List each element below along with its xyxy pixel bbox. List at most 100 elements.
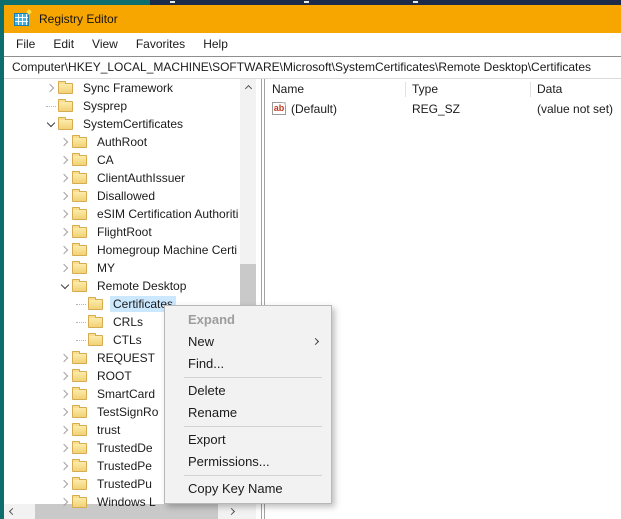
folder-icon-shape	[72, 263, 87, 274]
tree-item-label: CRLs	[110, 314, 146, 330]
chevron-right-icon[interactable]	[58, 351, 72, 365]
tree-item-remote-desktop[interactable]: Remote Desktop	[4, 277, 240, 295]
tree-item-disallowed[interactable]: Disallowed	[4, 187, 240, 205]
chevron-right-icon[interactable]	[44, 81, 58, 95]
tree-item-label: AuthRoot	[94, 134, 150, 150]
context-menu-item-delete[interactable]: Delete	[165, 380, 331, 402]
chevron-right-icon[interactable]	[58, 387, 72, 401]
vertical-scrollbar-thumb[interactable]	[240, 264, 256, 308]
tree-connector	[44, 99, 58, 113]
value-name: (Default)	[291, 102, 337, 116]
column-header-data[interactable]: Data	[531, 82, 621, 97]
folder-icon-shape	[72, 227, 87, 238]
folder-icon	[72, 137, 90, 148]
menu-item-edit[interactable]: Edit	[44, 33, 83, 56]
tree-item-label: SmartCard	[94, 386, 158, 402]
folder-icon	[72, 191, 90, 202]
chevron-right-icon[interactable]	[58, 423, 72, 437]
chevron-right-icon[interactable]	[58, 171, 72, 185]
chevron-right-icon[interactable]	[58, 135, 72, 149]
chevron-right-icon[interactable]	[58, 477, 72, 491]
folder-icon	[88, 317, 106, 328]
tree-item-label: REQUEST	[94, 350, 158, 366]
tree-item-sysprep[interactable]: Sysprep	[4, 97, 240, 115]
folder-icon-shape	[58, 119, 73, 130]
tree-item-homegroup-machine-certi[interactable]: Homegroup Machine Certi	[4, 241, 240, 259]
context-menu-item-find[interactable]: Find...	[165, 353, 331, 375]
tree-item-label: SystemCertificates	[80, 116, 186, 132]
folder-icon-shape	[72, 137, 87, 148]
context-menu-item-rename[interactable]: Rename	[165, 402, 331, 424]
folder-icon	[72, 371, 90, 382]
tree-item-ca[interactable]: CA	[4, 151, 240, 169]
column-header-type[interactable]: Type	[406, 82, 531, 97]
tree-item-label: Remote Desktop	[94, 278, 189, 294]
menu-item-help[interactable]: Help	[194, 33, 237, 56]
folder-icon-shape	[72, 461, 87, 472]
value-row[interactable]: ab(Default)REG_SZ(value not set)	[266, 99, 621, 118]
tree-item-esim-certification-authoriti[interactable]: eSIM Certification Authoriti	[4, 205, 240, 223]
folder-icon	[72, 245, 90, 256]
menu-item-file[interactable]: File	[7, 33, 44, 56]
chevron-right-icon[interactable]	[58, 189, 72, 203]
menu-separator	[184, 377, 322, 378]
chevron-right-icon[interactable]	[58, 405, 72, 419]
tree-item-clientauthissuer[interactable]: ClientAuthIssuer	[4, 169, 240, 187]
context-menu-item-new[interactable]: New	[165, 331, 331, 353]
value-name-cell: ab(Default)	[266, 102, 406, 116]
folder-icon-shape	[72, 425, 87, 436]
chevron-right-icon[interactable]	[58, 207, 72, 221]
tree-item-label: TrustedPe	[94, 458, 155, 474]
folder-icon-shape	[72, 245, 87, 256]
chevron-right-icon[interactable]	[58, 261, 72, 275]
value-type: REG_SZ	[406, 102, 531, 116]
tree-item-label: ROOT	[94, 368, 135, 384]
chevron-down-icon[interactable]	[44, 117, 58, 131]
chevron-right-icon[interactable]	[58, 153, 72, 167]
tree-item-label: Sync Framework	[80, 80, 176, 96]
window-title: Registry Editor	[39, 12, 118, 26]
context-menu-item-permissions[interactable]: Permissions...	[165, 451, 331, 473]
menu-item-favorites[interactable]: Favorites	[127, 33, 194, 56]
folder-icon-shape	[58, 101, 73, 112]
tree-connector	[74, 297, 88, 311]
folder-icon	[58, 101, 76, 112]
tree-item-label: trust	[94, 422, 123, 438]
tree-item-systemcertificates[interactable]: SystemCertificates	[4, 115, 240, 133]
folder-icon-shape	[72, 353, 87, 364]
folder-icon	[72, 263, 90, 274]
folder-icon	[72, 425, 90, 436]
folder-icon-shape	[72, 173, 87, 184]
folder-icon	[72, 407, 90, 418]
menu-item-view[interactable]: View	[83, 33, 127, 56]
tree-item-authroot[interactable]: AuthRoot	[4, 133, 240, 151]
column-header-name[interactable]: Name	[266, 82, 406, 97]
chevron-right-icon[interactable]	[58, 243, 72, 257]
scroll-up-button[interactable]	[240, 79, 256, 94]
chevron-right-icon[interactable]	[58, 495, 72, 509]
tree-item-my[interactable]: MY	[4, 259, 240, 277]
folder-icon	[72, 155, 90, 166]
folder-icon-shape	[72, 479, 87, 490]
menu-bar: FileEditViewFavoritesHelp	[4, 33, 621, 56]
folder-icon-shape	[72, 389, 87, 400]
top-edge-dash	[304, 1, 309, 3]
chevron-right-icon[interactable]	[58, 369, 72, 383]
address-bar-input[interactable]: Computer\HKEY_LOCAL_MACHINE\SOFTWARE\Mic…	[4, 56, 621, 79]
chevron-right-icon[interactable]	[58, 459, 72, 473]
tree-item-label: Sysprep	[80, 98, 130, 114]
chevron-right-icon[interactable]	[58, 225, 72, 239]
registry-editor-window: Registry Editor FileEditViewFavoritesHel…	[0, 0, 621, 519]
menu-separator	[184, 475, 322, 476]
chevron-down-icon[interactable]	[58, 279, 72, 293]
folder-icon	[72, 227, 90, 238]
folder-icon-shape	[72, 281, 87, 292]
top-edge-dash	[170, 1, 175, 3]
context-menu-item-copy-key-name[interactable]: Copy Key Name	[165, 478, 331, 500]
tree-item-sync-framework[interactable]: Sync Framework	[4, 79, 240, 97]
tree-item-label: TrustedPu	[94, 476, 155, 492]
folder-icon-shape	[72, 191, 87, 202]
context-menu-item-export[interactable]: Export	[165, 429, 331, 451]
tree-item-flightroot[interactable]: FlightRoot	[4, 223, 240, 241]
chevron-right-icon[interactable]	[58, 441, 72, 455]
